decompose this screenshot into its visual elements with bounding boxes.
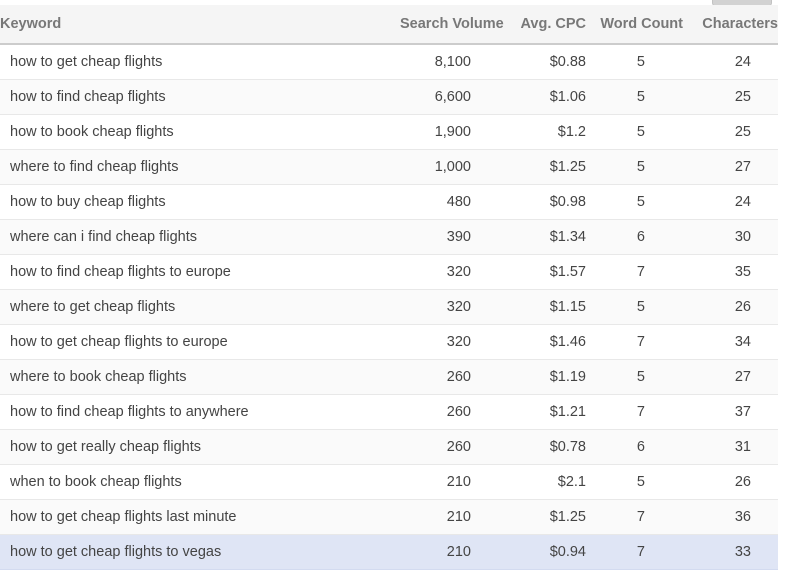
cell-word-count: 5 [586, 289, 683, 324]
cell-keyword: how to get cheap flights to europe [0, 324, 400, 359]
cell-word-count: 7 [586, 499, 683, 534]
cell-search-volume: 1,000 [400, 149, 471, 184]
table-header-row: Keyword Search Volume Avg. CPC Word Coun… [0, 5, 778, 44]
cell-avg-cpc: $1.19 [471, 359, 586, 394]
keyword-table: Keyword Search Volume Avg. CPC Word Coun… [0, 5, 778, 570]
column-header-search-volume[interactable]: Search Volume [400, 5, 471, 44]
cell-avg-cpc: $0.78 [471, 429, 586, 464]
cell-word-count: 7 [586, 324, 683, 359]
cell-search-volume: 6,600 [400, 79, 471, 114]
table-row[interactable]: how to find cheap flights6,600$1.06525 [0, 79, 778, 114]
cell-avg-cpc: $1.25 [471, 149, 586, 184]
cell-avg-cpc: $0.88 [471, 44, 586, 79]
cell-word-count: 7 [586, 534, 683, 569]
cell-word-count: 6 [586, 429, 683, 464]
cell-search-volume: 320 [400, 324, 471, 359]
cell-characters: 36 [683, 499, 778, 534]
cell-search-volume: 210 [400, 534, 471, 569]
cell-keyword: how to buy cheap flights [0, 184, 400, 219]
cell-avg-cpc: $1.34 [471, 219, 586, 254]
column-header-word-count[interactable]: Word Count [586, 5, 683, 44]
cell-characters: 24 [683, 44, 778, 79]
cell-search-volume: 480 [400, 184, 471, 219]
cell-characters: 25 [683, 114, 778, 149]
cell-characters: 34 [683, 324, 778, 359]
cell-characters: 35 [683, 254, 778, 289]
cell-characters: 25 [683, 79, 778, 114]
cell-keyword: where can i find cheap flights [0, 219, 400, 254]
cell-keyword: how to get really cheap flights [0, 429, 400, 464]
table-row[interactable]: how to get cheap flights last minute210$… [0, 499, 778, 534]
cell-search-volume: 8,100 [400, 44, 471, 79]
table-row[interactable]: how to find cheap flights to europe320$1… [0, 254, 778, 289]
cell-keyword: how to find cheap flights to anywhere [0, 394, 400, 429]
table-row[interactable]: how to get cheap flights to europe320$1.… [0, 324, 778, 359]
cell-word-count: 6 [586, 219, 683, 254]
cell-search-volume: 1,900 [400, 114, 471, 149]
table-row[interactable]: how to book cheap flights1,900$1.2525 [0, 114, 778, 149]
table-row[interactable]: how to find cheap flights to anywhere260… [0, 394, 778, 429]
cell-keyword: how to book cheap flights [0, 114, 400, 149]
cell-search-volume: 390 [400, 219, 471, 254]
table-row[interactable]: where to get cheap flights320$1.15526 [0, 289, 778, 324]
column-header-characters[interactable]: Characters [683, 5, 778, 44]
cell-avg-cpc: $2.1 [471, 464, 586, 499]
table-body: how to get cheap flights8,100$0.88524how… [0, 44, 778, 569]
cell-word-count: 5 [586, 44, 683, 79]
table-row[interactable]: where can i find cheap flights390$1.3463… [0, 219, 778, 254]
table-row[interactable]: where to find cheap flights1,000$1.25527 [0, 149, 778, 184]
cell-characters: 26 [683, 289, 778, 324]
table-row[interactable]: how to get cheap flights to vegas210$0.9… [0, 534, 778, 569]
cell-keyword: where to find cheap flights [0, 149, 400, 184]
cell-word-count: 5 [586, 464, 683, 499]
cell-avg-cpc: $1.46 [471, 324, 586, 359]
cell-search-volume: 260 [400, 429, 471, 464]
cell-avg-cpc: $1.2 [471, 114, 586, 149]
cell-keyword: when to book cheap flights [0, 464, 400, 499]
table-row[interactable]: when to book cheap flights210$2.1526 [0, 464, 778, 499]
cell-avg-cpc: $0.94 [471, 534, 586, 569]
cell-keyword: where to book cheap flights [0, 359, 400, 394]
cell-search-volume: 260 [400, 359, 471, 394]
cell-characters: 31 [683, 429, 778, 464]
cell-characters: 26 [683, 464, 778, 499]
table-row[interactable]: how to get really cheap flights260$0.786… [0, 429, 778, 464]
cell-keyword: how to get cheap flights last minute [0, 499, 400, 534]
cell-avg-cpc: $0.98 [471, 184, 586, 219]
cell-keyword: how to find cheap flights to europe [0, 254, 400, 289]
cell-word-count: 7 [586, 254, 683, 289]
cell-word-count: 7 [586, 394, 683, 429]
cell-search-volume: 210 [400, 464, 471, 499]
cell-word-count: 5 [586, 79, 683, 114]
keyword-table-container: Keyword Search Volume Avg. CPC Word Coun… [0, 5, 797, 570]
cell-avg-cpc: $1.06 [471, 79, 586, 114]
cell-search-volume: 320 [400, 289, 471, 324]
cell-word-count: 5 [586, 114, 683, 149]
cell-characters: 27 [683, 359, 778, 394]
cell-avg-cpc: $1.15 [471, 289, 586, 324]
table-row[interactable]: how to get cheap flights8,100$0.88524 [0, 44, 778, 79]
cell-characters: 37 [683, 394, 778, 429]
cell-search-volume: 260 [400, 394, 471, 429]
cell-keyword: how to find cheap flights [0, 79, 400, 114]
table-row[interactable]: where to book cheap flights260$1.19527 [0, 359, 778, 394]
cell-keyword: where to get cheap flights [0, 289, 400, 324]
cell-word-count: 5 [586, 184, 683, 219]
cell-characters: 33 [683, 534, 778, 569]
table-row[interactable]: how to buy cheap flights480$0.98524 [0, 184, 778, 219]
cell-characters: 24 [683, 184, 778, 219]
cell-keyword: how to get cheap flights [0, 44, 400, 79]
cell-keyword: how to get cheap flights to vegas [0, 534, 400, 569]
cell-word-count: 5 [586, 149, 683, 184]
cell-word-count: 5 [586, 359, 683, 394]
cell-search-volume: 320 [400, 254, 471, 289]
table-header: Keyword Search Volume Avg. CPC Word Coun… [0, 5, 778, 44]
cell-characters: 27 [683, 149, 778, 184]
cell-search-volume: 210 [400, 499, 471, 534]
cell-avg-cpc: $1.21 [471, 394, 586, 429]
cell-characters: 30 [683, 219, 778, 254]
column-header-keyword[interactable]: Keyword [0, 5, 400, 44]
cell-avg-cpc: $1.25 [471, 499, 586, 534]
cell-avg-cpc: $1.57 [471, 254, 586, 289]
